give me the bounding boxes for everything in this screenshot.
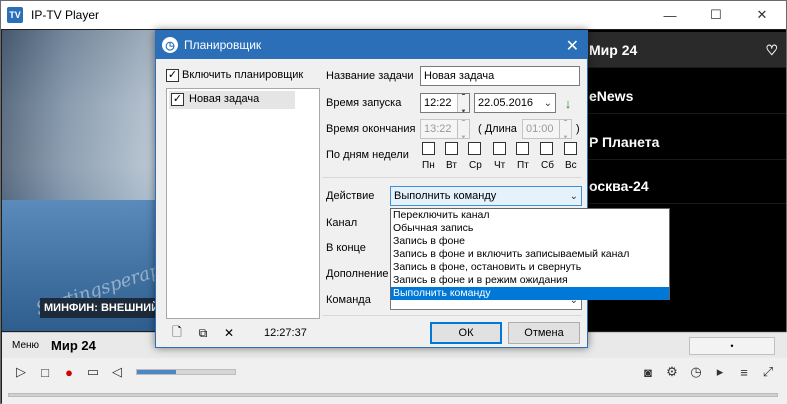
weekday-label: Пн — [422, 160, 435, 171]
scheduler-icon: ◷ — [162, 37, 178, 53]
weekday-checkbox[interactable] — [445, 142, 458, 155]
close-button[interactable]: ✕ — [739, 1, 785, 29]
list-icon[interactable]: ≡ — [733, 361, 755, 383]
task-name-label: Название задачи — [326, 70, 414, 82]
action-option[interactable]: Запись в фоне, остановить и свернуть — [391, 261, 669, 274]
calendar-arrow-icon[interactable]: ↓ — [560, 95, 576, 111]
chevron-down-icon[interactable]: ⌄ — [570, 188, 578, 206]
stop-icon[interactable]: □ — [34, 361, 56, 383]
ok-button[interactable]: ОК — [430, 322, 502, 344]
weekday-label: Пт — [517, 160, 529, 171]
camera-icon[interactable]: ◙ — [637, 361, 659, 383]
action-select[interactable]: Выполнить команду ⌄ — [390, 186, 582, 206]
weekday-label: Сб — [541, 160, 554, 171]
weekdays-label: По дням недели — [326, 149, 409, 161]
end-time-label: Время окончания — [326, 123, 416, 135]
minimize-button[interactable]: — — [647, 1, 693, 29]
weekday-label: Ср — [469, 160, 482, 171]
weekday-label: Вс — [565, 160, 577, 171]
action-label: Действие — [326, 190, 375, 202]
channel-label: Канал — [326, 217, 358, 229]
extra-label: Дополнение — [326, 268, 389, 280]
cancel-button[interactable]: Отмена — [508, 322, 580, 344]
copy-task-icon[interactable]: ⧉ — [196, 325, 210, 341]
new-task-icon[interactable]: 🗋 — [170, 325, 184, 341]
channel-item[interactable]: осква-24 — [585, 168, 786, 204]
news-ticker: МИНФИН: ВНЕШНИЙ ДО — [40, 298, 160, 318]
channel-name: eNews — [589, 88, 634, 104]
weekday-checkbox[interactable] — [516, 142, 529, 155]
action-option[interactable]: Запись в фоне и включить записываемый ка… — [391, 248, 669, 261]
gear-icon[interactable]: ⚙ — [661, 361, 683, 383]
enable-scheduler-checkbox[interactable]: ✓ — [166, 69, 179, 82]
at-end-label: В конце — [326, 242, 366, 254]
channel-name: Мир 24 — [589, 42, 638, 58]
channel-item[interactable]: eNews — [585, 78, 786, 114]
volume-icon[interactable]: ◁ — [106, 361, 128, 383]
enable-scheduler-label: Включить планировщик — [182, 69, 304, 81]
action-dropdown-list[interactable]: Переключить канал Обычная запись Запись … — [390, 208, 670, 300]
weekday-checkbox[interactable] — [540, 142, 553, 155]
current-channel: Мир 24 — [51, 338, 96, 353]
duration-field: 01:00 ▲ ▼ — [522, 119, 572, 139]
play-icon[interactable]: ▷ — [10, 361, 32, 383]
channel-name: осква-24 — [589, 178, 649, 194]
dialog-close-button[interactable]: ✕ — [566, 36, 579, 56]
task-list[interactable]: ✓ Новая задача — [166, 88, 320, 319]
favorite-heart-icon[interactable]: ♡ — [765, 32, 778, 68]
weekday-label: Вт — [446, 160, 457, 171]
player-title: IP-TV Player — [31, 8, 100, 22]
weekday-label: Чт — [494, 160, 506, 171]
duration-label: ( Длина — [478, 123, 517, 135]
channel-item[interactable]: Мир 24 ♡ — [585, 32, 786, 68]
task-checkbox[interactable]: ✓ — [171, 93, 184, 106]
player-titlebar: TV IP-TV Player — ☐ ✕ — [1, 1, 786, 29]
maximize-button[interactable]: ☐ — [693, 1, 739, 29]
fullscreen-icon[interactable]: ⤢ — [757, 361, 779, 383]
clock-icon[interactable]: ◷ — [685, 361, 707, 383]
separator — [322, 315, 582, 316]
start-time-spinner[interactable]: ▲ ▼ — [457, 94, 469, 112]
action-option[interactable]: Запись в фоне — [391, 235, 669, 248]
app-icon: TV — [7, 7, 23, 23]
delete-task-icon[interactable]: ✕ — [222, 325, 236, 341]
channel-name: P Планета — [589, 134, 660, 150]
channel-bar-button[interactable]: • — [689, 337, 775, 355]
scheduler-dialog: ◷ Планировщик ✕ ✓ Включить планировщик ✓… — [155, 30, 670, 348]
folder-icon[interactable]: ▭ — [82, 361, 104, 383]
channel-item[interactable]: P Планета — [585, 124, 786, 160]
duration-close: ) — [576, 123, 580, 135]
start-time-field[interactable]: 12:22 ▲ ▼ — [420, 93, 470, 113]
task-name: Новая задача — [189, 93, 260, 105]
task-name-field[interactable]: Новая задача — [420, 66, 580, 86]
weekday-checkbox[interactable] — [564, 142, 577, 155]
action-option[interactable]: Запись в фоне и в режим ожидания — [391, 274, 669, 287]
action-option[interactable]: Переключить канал — [391, 209, 669, 222]
next-button[interactable]: ▸ — [709, 361, 731, 383]
weekday-checkbox[interactable] — [422, 142, 435, 155]
dialog-titlebar: ◷ Планировщик ✕ — [156, 31, 587, 59]
volume-slider[interactable] — [136, 369, 236, 375]
end-time-spinner: ▲ ▼ — [457, 120, 469, 138]
record-icon[interactable]: ● — [58, 361, 80, 383]
start-time-label: Время запуска — [326, 97, 402, 109]
clock-display: 12:27:37 — [264, 327, 307, 339]
seek-bar[interactable] — [2, 386, 787, 404]
dialog-title: Планировщик — [184, 38, 262, 52]
chevron-down-icon[interactable]: ⌄ — [544, 95, 552, 112]
menu-button[interactable]: Меню — [12, 340, 39, 351]
action-option[interactable]: Обычная запись — [391, 222, 669, 235]
separator — [322, 177, 582, 178]
playback-controls: ▷ □ ● ▭ ◁ ◙ ⚙ ◷ ▸ ≡ ⤢ — [2, 358, 787, 386]
command-label: Команда — [326, 294, 371, 306]
end-time-field: 13:22 ▲ ▼ — [420, 119, 470, 139]
action-option-selected[interactable]: Выполнить команду — [391, 287, 669, 300]
start-date-field[interactable]: 22.05.2016 ⌄ — [474, 93, 556, 113]
duration-spinner: ▲ ▼ — [559, 120, 571, 138]
weekday-checkbox[interactable] — [493, 142, 506, 155]
weekday-checkbox[interactable] — [468, 142, 481, 155]
